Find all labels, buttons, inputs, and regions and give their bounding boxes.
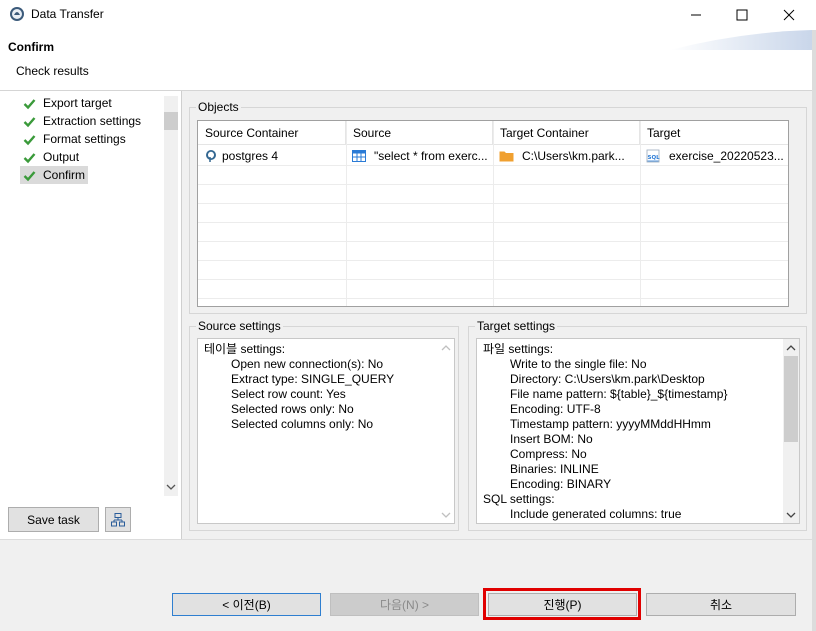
- close-button[interactable]: [766, 0, 812, 30]
- maximize-icon: [736, 9, 748, 21]
- settings-line: Binaries: INLINE: [510, 462, 599, 476]
- nav-item-label: Output: [43, 150, 80, 164]
- back-button[interactable]: < 이전(B): [172, 593, 321, 616]
- objects-group-label: Objects: [196, 100, 241, 114]
- sql-file-icon: SQL: [646, 149, 660, 163]
- row-divider: [198, 184, 788, 185]
- table-icon: [352, 150, 366, 162]
- settings-line: Include generated columns: true: [510, 507, 682, 521]
- cell-text: "select * from exerc...: [374, 149, 488, 163]
- column-header-target[interactable]: Target: [640, 121, 788, 145]
- cancel-button[interactable]: 취소: [646, 593, 796, 616]
- cell-text: postgres 4: [222, 149, 279, 163]
- nav-item-label: Export target: [43, 96, 112, 110]
- app-logo-icon: [10, 7, 24, 21]
- chevron-up-icon[interactable]: [786, 344, 796, 352]
- chevron-up-icon[interactable]: [441, 344, 451, 352]
- settings-line: Select row count: Yes: [231, 387, 346, 401]
- nav-item-output[interactable]: Output: [20, 148, 82, 166]
- header-decoration: [670, 30, 812, 50]
- settings-line: Encoding: BINARY: [510, 477, 612, 491]
- row-divider: [198, 279, 788, 280]
- page-header: Confirm Check results: [0, 30, 812, 91]
- settings-line: Selected columns only: No: [231, 417, 374, 431]
- settings-line: Insert BOM: No: [510, 432, 593, 446]
- network-icon: [111, 512, 125, 526]
- nav-item-export-target[interactable]: Export target: [20, 94, 115, 112]
- target-settings-scrollbar[interactable]: [783, 339, 799, 523]
- settings-line: Extract type: SINGLE_QUERY: [231, 372, 395, 386]
- cell-text: C:\Users\km.park...: [522, 149, 625, 163]
- settings-line: Compress: No: [510, 447, 587, 461]
- chevron-down-icon[interactable]: [441, 511, 451, 519]
- check-icon: [23, 152, 36, 163]
- check-icon: [23, 98, 36, 109]
- settings-line: 파일 settings:: [483, 342, 554, 356]
- settings-line: SQL settings:: [483, 492, 555, 506]
- next-button[interactable]: 다음(N) >: [330, 593, 479, 616]
- check-icon: [23, 134, 36, 145]
- nav-item-label: Format settings: [43, 132, 126, 146]
- svg-text:SQL: SQL: [648, 155, 661, 161]
- row-divider: [198, 298, 788, 299]
- button-bar: [0, 539, 812, 631]
- cell-text: exercise_20220523...: [669, 149, 784, 163]
- target-settings-text[interactable]: 파일 settings: Write to the single file: N…: [476, 338, 800, 524]
- cell-target-container: C:\Users\km.park...: [493, 146, 640, 166]
- nav-scrollbar[interactable]: [164, 96, 178, 496]
- objects-table: Source Container Source Target Container…: [197, 120, 789, 307]
- row-divider: [198, 241, 788, 242]
- task-options-button[interactable]: [105, 507, 131, 532]
- settings-line: File name pattern: ${table}_${timestamp}: [510, 387, 728, 401]
- source-settings-text[interactable]: 테이블 settings: Open new connection(s): No…: [197, 338, 455, 524]
- settings-line: Selected rows only: No: [231, 402, 354, 416]
- settings-line: Timestamp pattern: yyyyMMddHHmm: [510, 417, 711, 431]
- target-settings-scrollbar-thumb[interactable]: [784, 356, 798, 442]
- proceed-button[interactable]: 진행(P): [488, 593, 637, 616]
- row-divider: [198, 203, 788, 204]
- nav-item-confirm[interactable]: Confirm: [20, 166, 89, 184]
- nav-scrollbar-thumb[interactable]: [164, 112, 178, 130]
- close-icon: [783, 9, 795, 21]
- settings-line: Write to the single file: No: [510, 357, 647, 371]
- check-icon: [23, 116, 36, 127]
- settings-line: Open new connection(s): No: [231, 357, 384, 371]
- row-divider: [198, 222, 788, 223]
- folder-icon: [499, 151, 514, 162]
- postgres-icon: [206, 150, 216, 162]
- nav-item-format-settings[interactable]: Format settings: [20, 130, 129, 148]
- cell-source: "select * from exerc...: [346, 146, 493, 166]
- settings-line: Directory: C:\Users\km.park\Desktop: [510, 372, 705, 386]
- source-settings-scrollbar[interactable]: [438, 339, 454, 523]
- page-subtitle: Check results: [16, 64, 89, 78]
- title-bar: Data Transfer: [0, 0, 816, 30]
- window-edge: [812, 30, 816, 631]
- column-header-source-container[interactable]: Source Container: [198, 121, 346, 145]
- nav-item-label: Extraction settings: [43, 114, 142, 128]
- cell-target: SQL exercise_20220523...: [640, 146, 788, 166]
- table-row[interactable]: postgres 4 "select * from exerc... C:\Us…: [198, 146, 788, 166]
- row-divider: [198, 260, 788, 261]
- save-task-button[interactable]: Save task: [8, 507, 99, 532]
- nav-item-label: Confirm: [43, 168, 86, 182]
- maximize-button[interactable]: [719, 0, 765, 30]
- source-settings-label: Source settings: [196, 319, 283, 333]
- chevron-down-icon[interactable]: [786, 511, 796, 519]
- settings-line: Encoding: UTF-8: [510, 402, 601, 416]
- target-settings-label: Target settings: [475, 319, 558, 333]
- settings-line: 테이블 settings:: [204, 342, 286, 356]
- check-icon: [23, 170, 36, 181]
- minimize-button[interactable]: [673, 0, 719, 30]
- minimize-icon: [691, 14, 701, 16]
- cell-source-container: postgres 4: [198, 146, 346, 166]
- column-header-source[interactable]: Source: [346, 121, 493, 145]
- nav-item-extraction-settings[interactable]: Extraction settings: [20, 112, 144, 130]
- window-title: Data Transfer: [31, 7, 104, 21]
- column-header-target-container[interactable]: Target Container: [493, 121, 640, 145]
- chevron-down-icon[interactable]: [165, 483, 177, 493]
- page-title: Confirm: [8, 40, 54, 54]
